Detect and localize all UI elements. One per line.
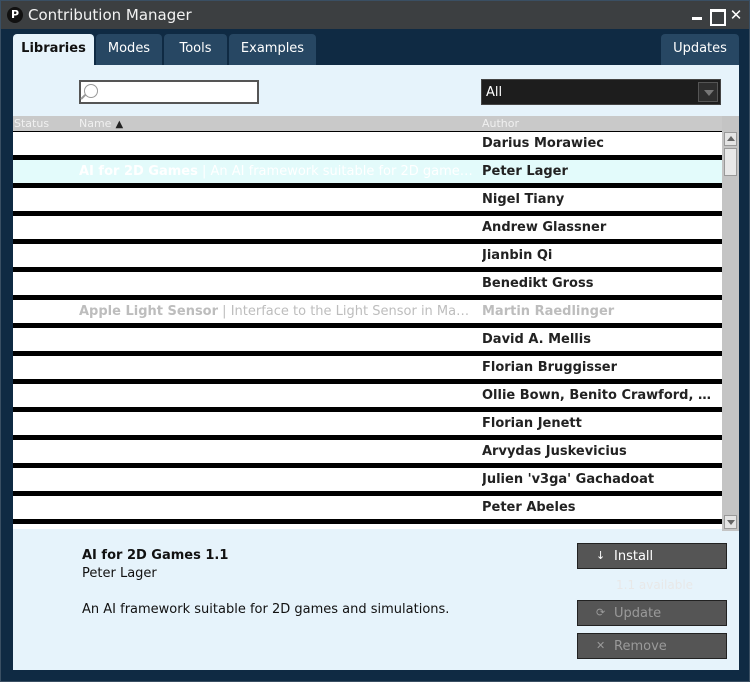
category-dropdown[interactable]: All bbox=[481, 79, 721, 105]
chevron-down-icon[interactable] bbox=[698, 82, 718, 102]
tab-examples[interactable]: Examples bbox=[229, 34, 316, 66]
row-author: Benedikt Gross bbox=[482, 276, 594, 291]
table-row[interactable]: Jianbin Qi bbox=[13, 244, 722, 267]
row-author: Darius Morawiec bbox=[482, 136, 604, 151]
row-author: Peter Abeles bbox=[482, 500, 576, 515]
row-author: Peter Lager bbox=[482, 164, 568, 179]
availability-text: 1.1 available bbox=[616, 578, 694, 592]
window-title: Contribution Manager bbox=[28, 6, 192, 24]
remove-button[interactable]: ✕ Remove bbox=[577, 633, 727, 659]
table-row[interactable]: Apple Light Sensor | Interface to the Li… bbox=[13, 300, 722, 323]
table-row[interactable]: Julien 'v3ga' Gachadoat bbox=[13, 468, 722, 491]
details-panel: AI for 2D Games 1.1 Peter Lager An AI fr… bbox=[13, 531, 739, 670]
row-author: Florian Jenett bbox=[482, 416, 582, 431]
detail-title: AI for 2D Games 1.1 bbox=[82, 548, 229, 563]
table-row[interactable]: Arvydas Juskevicius bbox=[13, 440, 722, 463]
title-bar: P Contribution Manager ✕ bbox=[1, 1, 749, 29]
refresh-icon: ⟳ bbox=[596, 606, 606, 619]
minimize-button[interactable] bbox=[689, 7, 705, 23]
sort-ascending-icon: ▲ bbox=[115, 119, 124, 130]
row-author: Ollie Bown, Benito Crawford, Ben Por... bbox=[482, 388, 720, 403]
row-author: Nigel Tiany bbox=[482, 192, 565, 207]
table-row[interactable]: Benedikt Gross bbox=[13, 272, 722, 295]
search-input[interactable] bbox=[101, 82, 251, 102]
list-header: Status Name ▲ Author bbox=[13, 116, 739, 131]
table-row[interactable] bbox=[13, 524, 722, 529]
table-row[interactable]: Ollie Bown, Benito Crawford, Ben Por... bbox=[13, 384, 722, 407]
processing-app-icon: P bbox=[7, 7, 23, 23]
row-author: Martin Raedlinger bbox=[482, 304, 615, 319]
list-scrollbar[interactable] bbox=[722, 116, 739, 531]
row-name-title: Apple Light Sensor bbox=[79, 304, 219, 319]
table-row[interactable]: Peter Abeles bbox=[13, 496, 722, 519]
tab-bar: Libraries Modes Tools Examples Updates bbox=[1, 29, 749, 66]
row-name-description: An AI framework suitable for 2D games an… bbox=[210, 164, 474, 179]
close-icon: ✕ bbox=[596, 639, 606, 652]
scrollbar-thumb[interactable] bbox=[724, 148, 737, 176]
contribution-manager-window: P Contribution Manager ✕ Libraries Modes… bbox=[0, 0, 750, 682]
scroll-up-icon[interactable] bbox=[724, 132, 737, 146]
row-name-description: Interface to the Light Sensor in MacBook… bbox=[230, 304, 474, 319]
table-row[interactable]: Nigel Tiany bbox=[13, 188, 722, 211]
search-icon bbox=[84, 84, 98, 98]
row-author: Florian Bruggisser bbox=[482, 360, 618, 375]
column-header-author[interactable]: Author bbox=[482, 117, 519, 130]
table-row[interactable]: AI for 2D Games | An AI framework suitab… bbox=[13, 160, 722, 183]
detail-description: An AI framework suitable for 2D games an… bbox=[82, 602, 450, 617]
row-author: Julien 'v3ga' Gachadoat bbox=[482, 472, 655, 487]
close-button[interactable]: ✕ bbox=[728, 7, 744, 23]
remove-button-label: Remove bbox=[614, 639, 667, 654]
row-author: Andrew Glassner bbox=[482, 220, 607, 235]
table-row[interactable]: Andrew Glassner bbox=[13, 216, 722, 239]
tab-updates[interactable]: Updates bbox=[661, 34, 739, 66]
table-row[interactable]: Darius Morawiec bbox=[13, 132, 722, 155]
libraries-panel: All Status Name ▲ Author Darius Morawiec … bbox=[13, 65, 739, 531]
tab-modes[interactable]: Modes bbox=[96, 34, 162, 66]
table-row[interactable]: Florian Jenett bbox=[13, 412, 722, 435]
update-button[interactable]: ⟳ Update bbox=[577, 600, 727, 626]
tab-tools[interactable]: Tools bbox=[164, 34, 227, 66]
detail-author: Peter Lager bbox=[82, 566, 157, 581]
row-name-title: AI for 2D Games bbox=[79, 164, 198, 179]
column-header-status[interactable]: Status bbox=[14, 117, 49, 130]
table-row[interactable]: David A. Mellis bbox=[13, 328, 722, 351]
scroll-down-icon[interactable] bbox=[724, 515, 737, 529]
row-author: Jianbin Qi bbox=[482, 248, 553, 263]
install-button[interactable]: ↓ Install bbox=[577, 543, 727, 569]
maximize-button[interactable] bbox=[708, 7, 726, 26]
search-box[interactable] bbox=[79, 80, 259, 104]
row-author: Arvydas Juskevicius bbox=[482, 444, 627, 459]
column-header-name-label: Name bbox=[79, 117, 112, 130]
category-selected-value: All bbox=[486, 85, 503, 100]
column-header-name[interactable]: Name ▲ bbox=[79, 117, 123, 130]
install-button-label: Install bbox=[614, 549, 654, 564]
row-name: Apple Light Sensor | Interface to the Li… bbox=[79, 304, 474, 319]
table-row[interactable]: Florian Bruggisser bbox=[13, 356, 722, 379]
library-list: Darius Morawiec AI for 2D Games | An AI … bbox=[13, 131, 722, 529]
row-name: AI for 2D Games | An AI framework suitab… bbox=[79, 164, 474, 179]
update-button-label: Update bbox=[614, 606, 662, 621]
tab-libraries[interactable]: Libraries bbox=[13, 34, 94, 66]
row-author: David A. Mellis bbox=[482, 332, 591, 347]
download-arrow-icon: ↓ bbox=[596, 549, 606, 562]
